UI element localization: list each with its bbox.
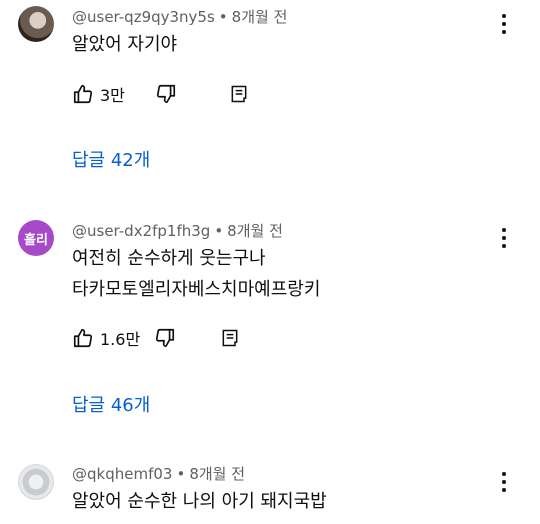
avatar[interactable] [18,464,54,500]
comment-text: 알았어 순수한 나의 아기 돼지국밥 [72,491,327,512]
comment-author[interactable]: @qkqhemf03 [72,465,172,483]
comment-author[interactable]: @user-dx2fp1fh3g [72,222,210,240]
comment-time: 8개월 전 [227,222,283,240]
comment-author[interactable]: @user-qz9qy3ny5s [72,8,215,26]
replies-toggle[interactable]: 답글 42개 [72,146,150,172]
comment-meta: @user-dx2fp1fh3g • 8개월 전 [72,220,283,241]
reply-button[interactable] [229,84,249,104]
like-count: 3만 [100,86,125,105]
thumb-up-icon [73,328,93,348]
avatar-text: 흘리 [24,232,48,248]
comment-text: 알았어 자기야 [72,34,178,55]
like-button[interactable]: 3만 [72,82,125,106]
comment-text-line: 여전히 순수하게 웃는구나 [72,248,266,269]
comment-meta: @qkqhemf03 • 8개월 전 [72,463,245,484]
comment-actions: 1.6만 [72,325,240,351]
thumb-down-icon [156,328,175,348]
more-vert-icon[interactable] [494,12,514,36]
dislike-button[interactable] [155,83,177,105]
more-vert-icon[interactable] [494,470,514,494]
separator-dot: • [176,465,186,483]
like-button[interactable]: 1.6만 [72,326,140,350]
comment-meta: @user-qz9qy3ny5s • 8개월 전 [72,6,287,27]
separator-dot: • [218,8,228,26]
reply-icon [222,329,238,347]
reply-icon [231,85,247,103]
comment-text-line: 타카모토엘리자베스치마예프랑키 [72,279,321,300]
comment-time: 8개월 전 [231,8,288,26]
thumb-down-icon [156,84,175,104]
avatar[interactable]: 흘리 [18,220,54,256]
replies-toggle[interactable]: 답글 46개 [72,391,150,417]
comment-time: 8개월 전 [189,465,246,483]
dislike-button[interactable] [154,327,176,349]
reply-button[interactable] [220,328,240,348]
comment-actions: 3만 [72,81,249,107]
separator-dot: • [214,222,224,240]
more-vert-icon[interactable] [494,226,514,250]
avatar[interactable] [18,6,54,42]
thumb-up-icon [73,84,93,104]
like-count: 1.6만 [100,330,141,349]
